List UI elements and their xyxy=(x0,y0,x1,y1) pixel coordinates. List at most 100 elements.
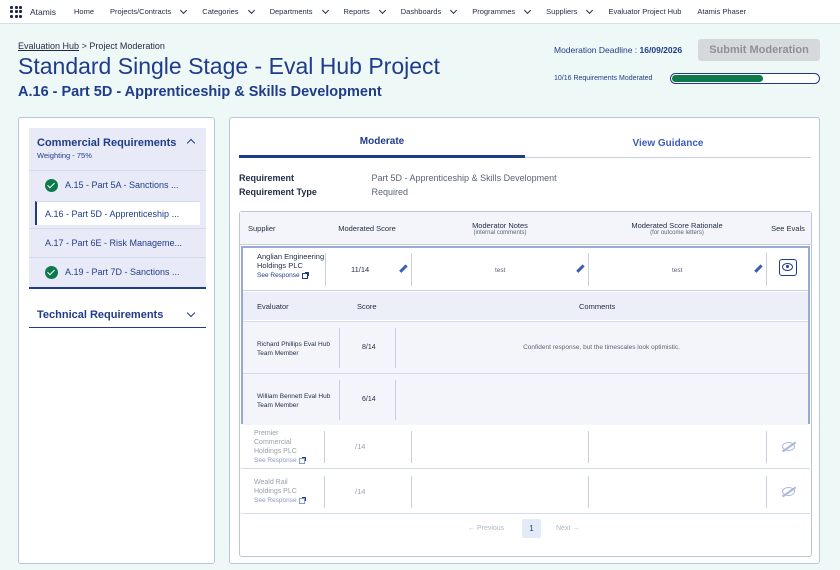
see-response-link[interactable]: See Response xyxy=(254,496,306,505)
divider xyxy=(324,431,325,463)
suppliers-table: Supplier Moderated Score Moderator Notes… xyxy=(239,211,812,557)
nav-item-label: Reports xyxy=(343,7,370,16)
tab-moderate[interactable]: Moderate xyxy=(239,128,525,158)
moderated-score-input[interactable]: /14 xyxy=(355,487,365,496)
commercial-requirements-header[interactable]: Commercial Requirements Weighting - 75% xyxy=(29,128,206,160)
nav-item-atamis-phaser[interactable]: Atamis Phaser xyxy=(697,7,746,16)
chevron-down-icon[interactable] xyxy=(321,6,329,14)
deadline-value: 16/09/2026 xyxy=(639,45,683,55)
page-number-button[interactable]: 1 xyxy=(522,519,541,538)
header-moderated-score: Moderated Score xyxy=(338,224,396,233)
nav-item-label: Dashboards xyxy=(400,7,442,16)
moderator-notes-input[interactable]: test xyxy=(495,267,505,274)
app-launcher-icon[interactable] xyxy=(10,5,22,18)
nav-item-departments[interactable]: Departments xyxy=(269,6,329,16)
see-response-link[interactable]: See Response xyxy=(254,456,306,465)
nav-item-evaluator-project-hub[interactable]: Evaluator Project Hub xyxy=(608,7,681,16)
moderation-deadline: Moderation Deadline : 16/09/2026 xyxy=(554,45,682,55)
external-link-icon xyxy=(298,456,306,464)
table-row: Anglian Engineering Holdings PLC See Res… xyxy=(243,248,808,291)
chevron-down-icon[interactable] xyxy=(450,6,458,14)
requirements-panel: Commercial Requirements Weighting - 75% … xyxy=(18,117,215,564)
requirement-label: Requirement xyxy=(239,173,295,183)
chevron-down-icon[interactable] xyxy=(524,6,532,14)
chevron-down-icon[interactable] xyxy=(247,6,255,14)
moderated-score-input[interactable]: 11/14 xyxy=(351,265,369,274)
divider xyxy=(339,328,340,368)
nav-item-programmes[interactable]: Programmes xyxy=(472,6,532,16)
nav-item-label: Programmes xyxy=(472,7,516,16)
eye-off-icon[interactable] xyxy=(782,442,795,451)
table-header: Supplier Moderated Score Moderator Notes… xyxy=(240,212,811,245)
requirement-item[interactable]: A.19 - Part 7D - Sanctions ... xyxy=(29,257,206,286)
breadcrumb-current: Project Moderation xyxy=(89,41,165,51)
divider xyxy=(325,253,326,286)
breadcrumb: Evaluation Hub > Project Moderation xyxy=(18,41,165,51)
nav-item-label: Departments xyxy=(269,7,313,16)
divider xyxy=(339,380,340,420)
eval-header-score: Score xyxy=(357,302,377,311)
divider xyxy=(588,431,589,463)
edit-notes-pencil-icon[interactable] xyxy=(576,264,585,273)
nav-item-label: Evaluator Project Hub xyxy=(608,7,682,16)
technical-requirements-section[interactable]: Technical Requirements xyxy=(29,302,206,328)
eval-header-comments: Comments xyxy=(579,302,616,311)
header-rationale-title: Moderated Score Rationale xyxy=(631,221,723,230)
header-see-evals: See Evals xyxy=(771,224,805,233)
external-link-icon xyxy=(301,271,309,279)
evaluator-name: William Bennett Eval Hub Team Member xyxy=(257,393,331,409)
tab-view-guidance[interactable]: View Guidance xyxy=(525,128,811,158)
nav-item-label: Home xyxy=(73,7,94,16)
table-row: Premier Commercial Holdings PLC See Respo… xyxy=(241,425,810,469)
nav-item-categories[interactable]: Categories xyxy=(202,6,255,16)
nav-item-projects-contracts[interactable]: Projects/Contracts xyxy=(110,6,188,16)
see-response-link[interactable]: See Response xyxy=(257,271,309,280)
nav-item-label: Categories xyxy=(202,7,239,16)
supplier-name-cell: Anglian Engineering Holdings PLC See Res… xyxy=(257,252,327,280)
check-circle-icon xyxy=(45,178,58,192)
previous-page-button[interactable]: ← Previous xyxy=(468,525,504,532)
requirement-label: A.19 - Part 7D - Sanctions ... xyxy=(65,267,180,277)
top-nav: Atamis Home Projects/Contracts Categories D… xyxy=(0,0,840,24)
eye-off-icon[interactable] xyxy=(782,487,795,496)
evaluation-row: Richard Phillips Eval Hub Team Member 8/1… xyxy=(243,321,808,373)
nav-item-dashboards[interactable]: Dashboards xyxy=(400,6,458,16)
nav-item-suppliers[interactable]: Suppliers xyxy=(546,6,594,16)
edit-score-pencil-icon[interactable] xyxy=(399,264,408,273)
divider xyxy=(324,476,325,508)
nav-item-home[interactable]: Home xyxy=(74,7,94,16)
see-evals-button[interactable] xyxy=(779,259,797,276)
score-rationale-input[interactable]: test xyxy=(672,267,682,274)
progress-fill xyxy=(672,75,764,82)
divider xyxy=(766,431,767,463)
requirement-row: Requirement Part 5D - Apprenticeship & S… xyxy=(239,173,557,183)
nav-item-reports[interactable]: Reports xyxy=(343,6,386,16)
divider xyxy=(588,476,589,508)
progress-label: 10/16 Requirements Moderated xyxy=(554,75,653,82)
chevron-down-icon[interactable] xyxy=(378,6,386,14)
moderation-progress-bar xyxy=(670,73,820,84)
submit-moderation-button[interactable]: Submit Moderation xyxy=(698,39,820,61)
moderated-score-input[interactable]: /14 xyxy=(355,442,365,451)
requirement-item[interactable]: A.17 - Part 6E - Risk Manageme... xyxy=(29,228,206,257)
eval-header-evaluator: Evaluator xyxy=(257,302,289,311)
requirement-item[interactable]: A.15 - Part 5A - Sanctions ... xyxy=(29,170,206,199)
page-title: Standard Single Stage - Eval Hub Project xyxy=(18,53,440,79)
evaluator-score: 6/14 xyxy=(362,396,376,403)
evaluations-header: Evaluator Score Comments xyxy=(243,292,808,320)
breadcrumb-evaluation-hub[interactable]: Evaluation Hub xyxy=(18,41,79,51)
chevron-down-icon[interactable] xyxy=(180,6,188,14)
header-rationale-sub: (for outcome letters) xyxy=(650,230,704,236)
evaluator-comment: Confident response, but the timescales l… xyxy=(523,344,680,351)
evaluation-row: William Bennett Eval Hub Team Member 6/14 xyxy=(243,373,808,425)
nav-item-label: Projects/Contracts xyxy=(110,7,172,16)
divider xyxy=(411,431,412,463)
technical-requirements-title: Technical Requirements xyxy=(37,309,164,321)
check-circle-icon xyxy=(45,265,58,279)
requirement-item[interactable]: A.16 - Part 5D - Apprenticeship ... xyxy=(35,201,200,225)
chevron-down-icon[interactable] xyxy=(586,6,594,14)
next-page-button[interactable]: Next → xyxy=(556,525,579,532)
divider xyxy=(588,253,589,286)
commercial-requirements-title: Commercial Requirements xyxy=(37,137,177,149)
edit-rationale-pencil-icon[interactable] xyxy=(754,264,763,273)
